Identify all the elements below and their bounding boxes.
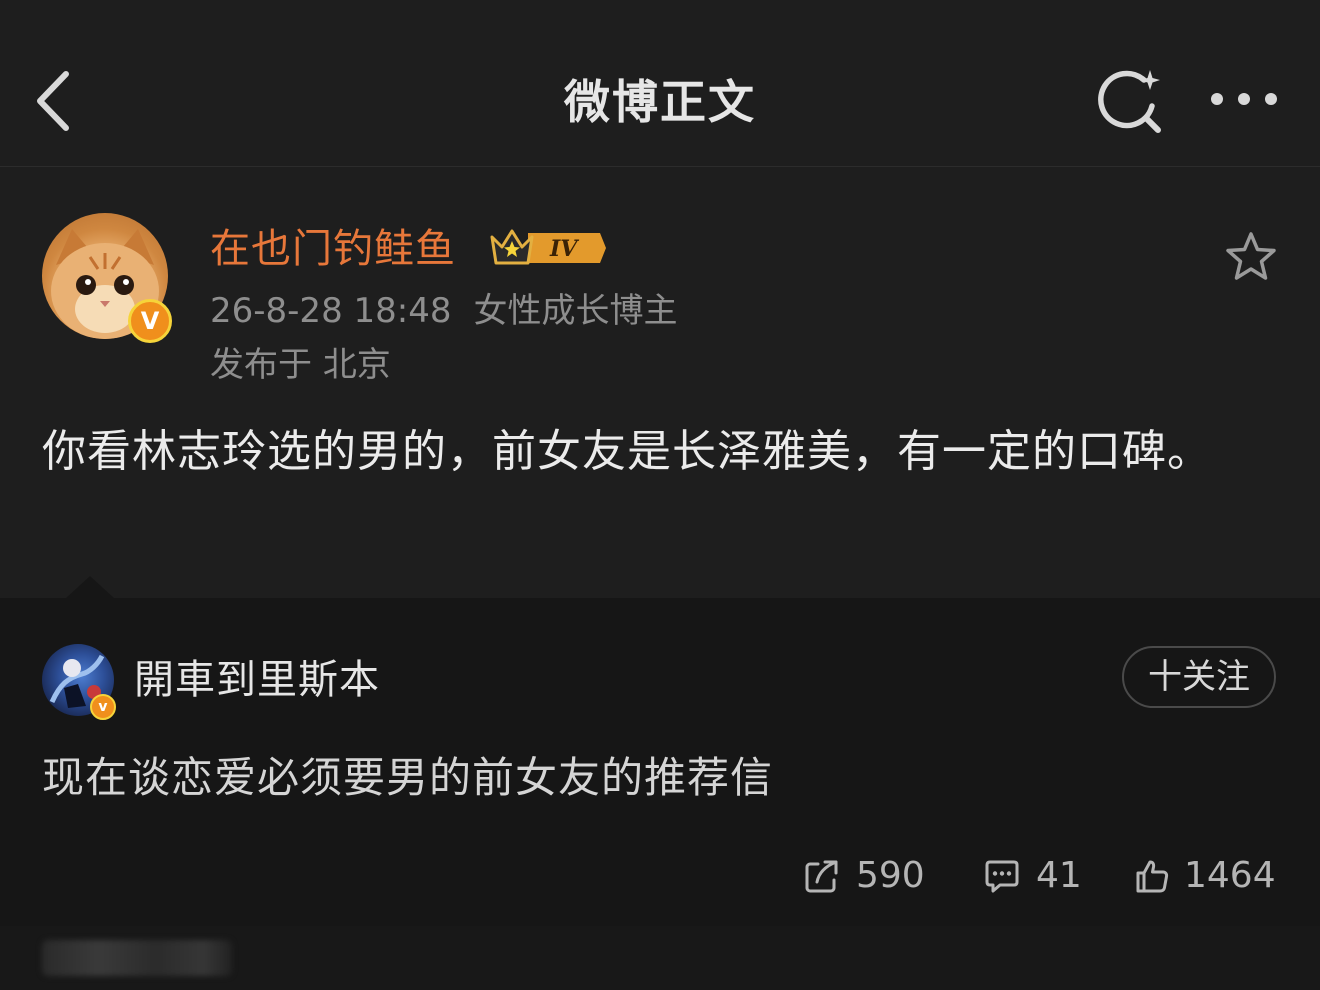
crown-level-icon: IV: [490, 229, 606, 265]
level-badge[interactable]: IV: [488, 225, 608, 271]
thumbs-up-icon: [1136, 860, 1169, 893]
repost-pointer: [66, 576, 114, 598]
repost-card[interactable]: v 開車到里斯本 十关注 现在谈恋爱必须要男的前女友的推荐信 590 41 14…: [0, 576, 1320, 926]
blurred-content: [42, 940, 232, 976]
main-post: V 在也门钓鲑鱼 IV 26-8-28 18:48 女性成长博主 发布于 北京 你…: [0, 167, 1320, 598]
comment-action[interactable]: 41: [984, 850, 1084, 902]
post-meta: 26-8-28 18:48 女性成长博主: [210, 287, 678, 335]
search-sparkle-icon: [1098, 70, 1161, 133]
more-dots-icon: [1211, 93, 1277, 105]
comment-count: 41: [1036, 855, 1082, 896]
top-nav-bar: 微博正文: [0, 0, 1320, 167]
star-outline-icon: [1226, 232, 1276, 280]
share-icon: [805, 860, 838, 893]
repost-author-name[interactable]: 開車到里斯本: [134, 652, 380, 708]
author-name[interactable]: 在也门钓鲑鱼: [210, 221, 456, 277]
location-prefix: 发布于: [210, 345, 312, 385]
follow-button[interactable]: 十关注: [1122, 646, 1276, 708]
share-count: 590: [856, 855, 925, 896]
repost-verified-badge-icon: v: [90, 694, 116, 720]
post-timestamp: 26-8-28 18:48: [210, 291, 452, 331]
next-item-peek: [0, 926, 1320, 990]
comment-icon: [985, 860, 1019, 893]
location-name: 北京: [322, 345, 391, 385]
more-options-button[interactable]: [1204, 84, 1284, 114]
post-location: 发布于 北京: [210, 341, 391, 389]
search-button[interactable]: [1094, 66, 1166, 138]
repost-body-text: 现在谈恋爱必须要男的前女友的推荐信: [42, 753, 774, 802]
share-action[interactable]: 590: [804, 850, 934, 902]
favorite-button[interactable]: [1222, 229, 1280, 287]
level-badge-text: IV: [549, 236, 579, 262]
like-action[interactable]: 1464: [1134, 850, 1276, 902]
like-count: 1464: [1184, 855, 1276, 896]
post-body-text: 你看林志玲选的男的，前女友是长泽雅美，有一定的口碑。: [42, 426, 1212, 477]
verified-badge-icon: V: [128, 299, 172, 343]
author-tag: 女性成长博主: [473, 291, 678, 331]
